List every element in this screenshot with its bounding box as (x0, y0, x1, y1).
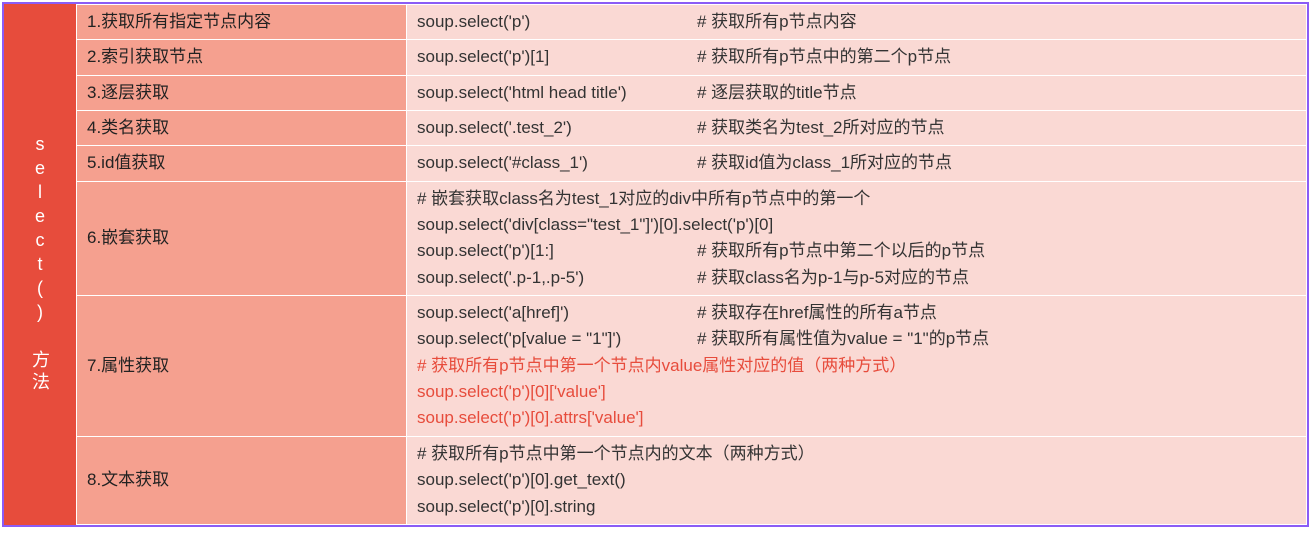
code-snippet: soup.select('.p-1,.p-5') (417, 265, 697, 291)
row-label: 7.属性获取 (77, 296, 407, 437)
table-row: 2.索引获取节点 soup.select('p')[1]# 获取所有p节点中的第二… (77, 40, 1307, 75)
code-line: soup.select('.test_2')# 获取类名为test_2所对应的节… (417, 115, 1296, 141)
code-snippet: soup.select('p') (417, 9, 697, 35)
row-code: soup.select('#class_1')# 获取id值为class_1所对… (407, 146, 1307, 181)
code-line: soup.select('p')[1:]# 获取所有p节点中第二个以后的p节点 (417, 238, 1296, 264)
method-table: 1.获取所有指定节点内容 soup.select('p')# 获取所有p节点内容 2… (76, 4, 1307, 525)
code-line: soup.select('.p-1,.p-5')# 获取class名为p-1与p… (417, 265, 1296, 291)
row-label: 4.类名获取 (77, 111, 407, 146)
code-text: # 嵌套获取class名为test_1对应的div中所有p节点中的第一个 (417, 189, 870, 208)
code-line: soup.select('p[value = "1"]')# 获取所有属性值为v… (417, 326, 1296, 352)
code-comment: # 获取类名为test_2所对应的节点 (697, 118, 945, 137)
sidebar-header: select() 方法 (4, 4, 76, 525)
row-code: # 嵌套获取class名为test_1对应的div中所有p节点中的第一个soup… (407, 181, 1307, 295)
table-row: 1.获取所有指定节点内容 soup.select('p')# 获取所有p节点内容 (77, 5, 1307, 40)
code-snippet: soup.select('#class_1') (417, 150, 697, 176)
code-text: soup.select('p')[0].attrs['value'] (417, 408, 644, 427)
table-wrapper: select() 方法 1.获取所有指定节点内容 soup.select('p')… (2, 2, 1309, 527)
row-code: soup.select('p')# 获取所有p节点内容 (407, 5, 1307, 40)
code-line: soup.select('div[class="test_1"]')[0].se… (417, 212, 1296, 238)
code-comment: # 获取所有p节点内容 (697, 12, 857, 31)
code-line: soup.select('p')# 获取所有p节点内容 (417, 9, 1296, 35)
row-label: 5.id值获取 (77, 146, 407, 181)
row-label: 3.逐层获取 (77, 75, 407, 110)
row-label: 1.获取所有指定节点内容 (77, 5, 407, 40)
code-line: soup.select('a[href]')# 获取存在href属性的所有a节点 (417, 300, 1296, 326)
code-comment: # 获取class名为p-1与p-5对应的节点 (697, 268, 969, 287)
code-line: soup.select('p')[0].get_text() (417, 467, 1296, 493)
code-comment: # 获取所有p节点中第二个以后的p节点 (697, 241, 985, 260)
table-row: 8.文本获取 # 获取所有p节点中第一个节点内的文本（两种方式） soup.sele… (77, 436, 1307, 524)
code-snippet: soup.select('html head title') (417, 80, 697, 106)
row-code: soup.select('.test_2')# 获取类名为test_2所对应的节… (407, 111, 1307, 146)
code-line: # 嵌套获取class名为test_1对应的div中所有p节点中的第一个 (417, 186, 1296, 212)
code-text: # 获取所有p节点中第一个节点内value属性对应的值（两种方式） (417, 356, 906, 375)
code-snippet: soup.select('p')[1:] (417, 238, 697, 264)
table-row: 3.逐层获取 soup.select('html head title')# 逐层… (77, 75, 1307, 110)
code-snippet: soup.select('.test_2') (417, 115, 697, 141)
code-snippet: soup.select('p[value = "1"]') (417, 326, 697, 352)
table-row: 6.嵌套获取# 嵌套获取class名为test_1对应的div中所有p节点中的第… (77, 181, 1307, 295)
code-line: soup.select('p')[0]['value'] (417, 379, 1296, 405)
row-label: 6.嵌套获取 (77, 181, 407, 295)
row-code: soup.select('a[href]')# 获取存在href属性的所有a节点… (407, 296, 1307, 437)
row-label: 2.索引获取节点 (77, 40, 407, 75)
content-area: 1.获取所有指定节点内容 soup.select('p')# 获取所有p节点内容 2… (76, 4, 1307, 525)
code-comment: # 获取所有p节点中的第二个p节点 (697, 47, 951, 66)
code-line: # 获取所有p节点中第一个节点内的文本（两种方式） (417, 441, 1296, 467)
code-comment: # 获取所有属性值为value = "1"的p节点 (697, 329, 989, 348)
code-line: soup.select('p')[1]# 获取所有p节点中的第二个p节点 (417, 44, 1296, 70)
row-label: 8.文本获取 (77, 436, 407, 524)
code-line: soup.select('p')[0].attrs['value'] (417, 405, 1296, 431)
table-row: 5.id值获取 soup.select('#class_1')# 获取id值为cl… (77, 146, 1307, 181)
code-text: # 获取所有p节点中第一个节点内的文本（两种方式） (417, 444, 815, 463)
code-line: soup.select('#class_1')# 获取id值为class_1所对… (417, 150, 1296, 176)
code-snippet: soup.select('p')[1] (417, 44, 697, 70)
code-line: soup.select('html head title')# 逐层获取的tit… (417, 80, 1296, 106)
code-snippet: soup.select('a[href]') (417, 300, 697, 326)
code-text: soup.select('p')[0]['value'] (417, 382, 606, 401)
code-text: soup.select('p')[0].get_text() (417, 470, 626, 489)
row-code: soup.select('p')[1]# 获取所有p节点中的第二个p节点 (407, 40, 1307, 75)
code-line: soup.select('p')[0].string (417, 494, 1296, 520)
code-text: soup.select('p')[0].string (417, 497, 595, 516)
code-line: # 获取所有p节点中第一个节点内value属性对应的值（两种方式） (417, 353, 1296, 379)
table-row: 7.属性获取soup.select('a[href]')# 获取存在href属性… (77, 296, 1307, 437)
code-comment: # 获取存在href属性的所有a节点 (697, 303, 937, 322)
row-code: soup.select('html head title')# 逐层获取的tit… (407, 75, 1307, 110)
table-row: 4.类名获取 soup.select('.test_2')# 获取类名为test_… (77, 111, 1307, 146)
code-comment: # 获取id值为class_1所对应的节点 (697, 153, 952, 172)
sidebar-title: select() 方法 (27, 134, 53, 394)
code-comment: # 逐层获取的title节点 (697, 83, 857, 102)
code-text: soup.select('div[class="test_1"]')[0].se… (417, 215, 773, 234)
row-code: # 获取所有p节点中第一个节点内的文本（两种方式） soup.select('p'… (407, 436, 1307, 524)
